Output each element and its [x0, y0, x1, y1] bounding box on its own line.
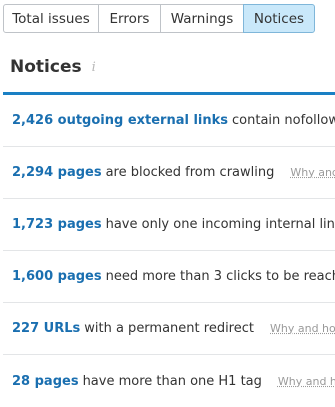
list-item: 227 URLs with a permanent redirect Why a… [3, 303, 335, 355]
issue-description: are blocked from crawling [105, 165, 275, 180]
issue-description: contain nofollow attr [232, 113, 335, 128]
issue-description: need more than 3 clicks to be reached [105, 269, 335, 284]
tab-total-issues[interactable]: Total issues [3, 4, 99, 33]
info-icon[interactable]: i [92, 61, 96, 74]
issue-count-link[interactable]: 227 URLs [12, 321, 80, 336]
issue-list: 2,426 outgoing external links contain no… [3, 95, 335, 407]
tab-errors[interactable]: Errors [98, 4, 161, 33]
section-heading: Notices i [10, 57, 96, 77]
list-item: 2,426 outgoing external links contain no… [3, 95, 335, 147]
issue-count-link[interactable]: 28 pages [12, 374, 79, 389]
tab-notices[interactable]: Notices [243, 4, 315, 33]
why-and-how-link[interactable]: Why and how [290, 166, 335, 179]
section-title: Notices [10, 57, 82, 77]
tab-warnings[interactable]: Warnings [160, 4, 244, 33]
issue-type-tabs: Total issues Errors Warnings Notices [3, 4, 315, 33]
issue-count-link[interactable]: 2,426 outgoing external links [12, 113, 228, 128]
list-item: 2,294 pages are blocked from crawling Wh… [3, 147, 335, 199]
issue-count-link[interactable]: 2,294 pages [12, 165, 102, 180]
why-and-how-link[interactable]: Why and how to [270, 322, 335, 335]
list-item: 28 pages have more than one H1 tag Why a… [3, 355, 335, 407]
list-item: 1,600 pages need more than 3 clicks to b… [3, 251, 335, 303]
issue-description: have only one incoming internal link [105, 217, 335, 232]
issue-description: have more than one H1 tag [82, 373, 262, 389]
issue-count-link[interactable]: 1,600 pages [12, 269, 102, 284]
list-item: 1,723 pages have only one incoming inter… [3, 199, 335, 251]
issue-count-link[interactable]: 1,723 pages [12, 217, 102, 232]
issue-description: with a permanent redirect [84, 321, 254, 336]
why-and-how-link[interactable]: Why and how t [278, 375, 335, 388]
